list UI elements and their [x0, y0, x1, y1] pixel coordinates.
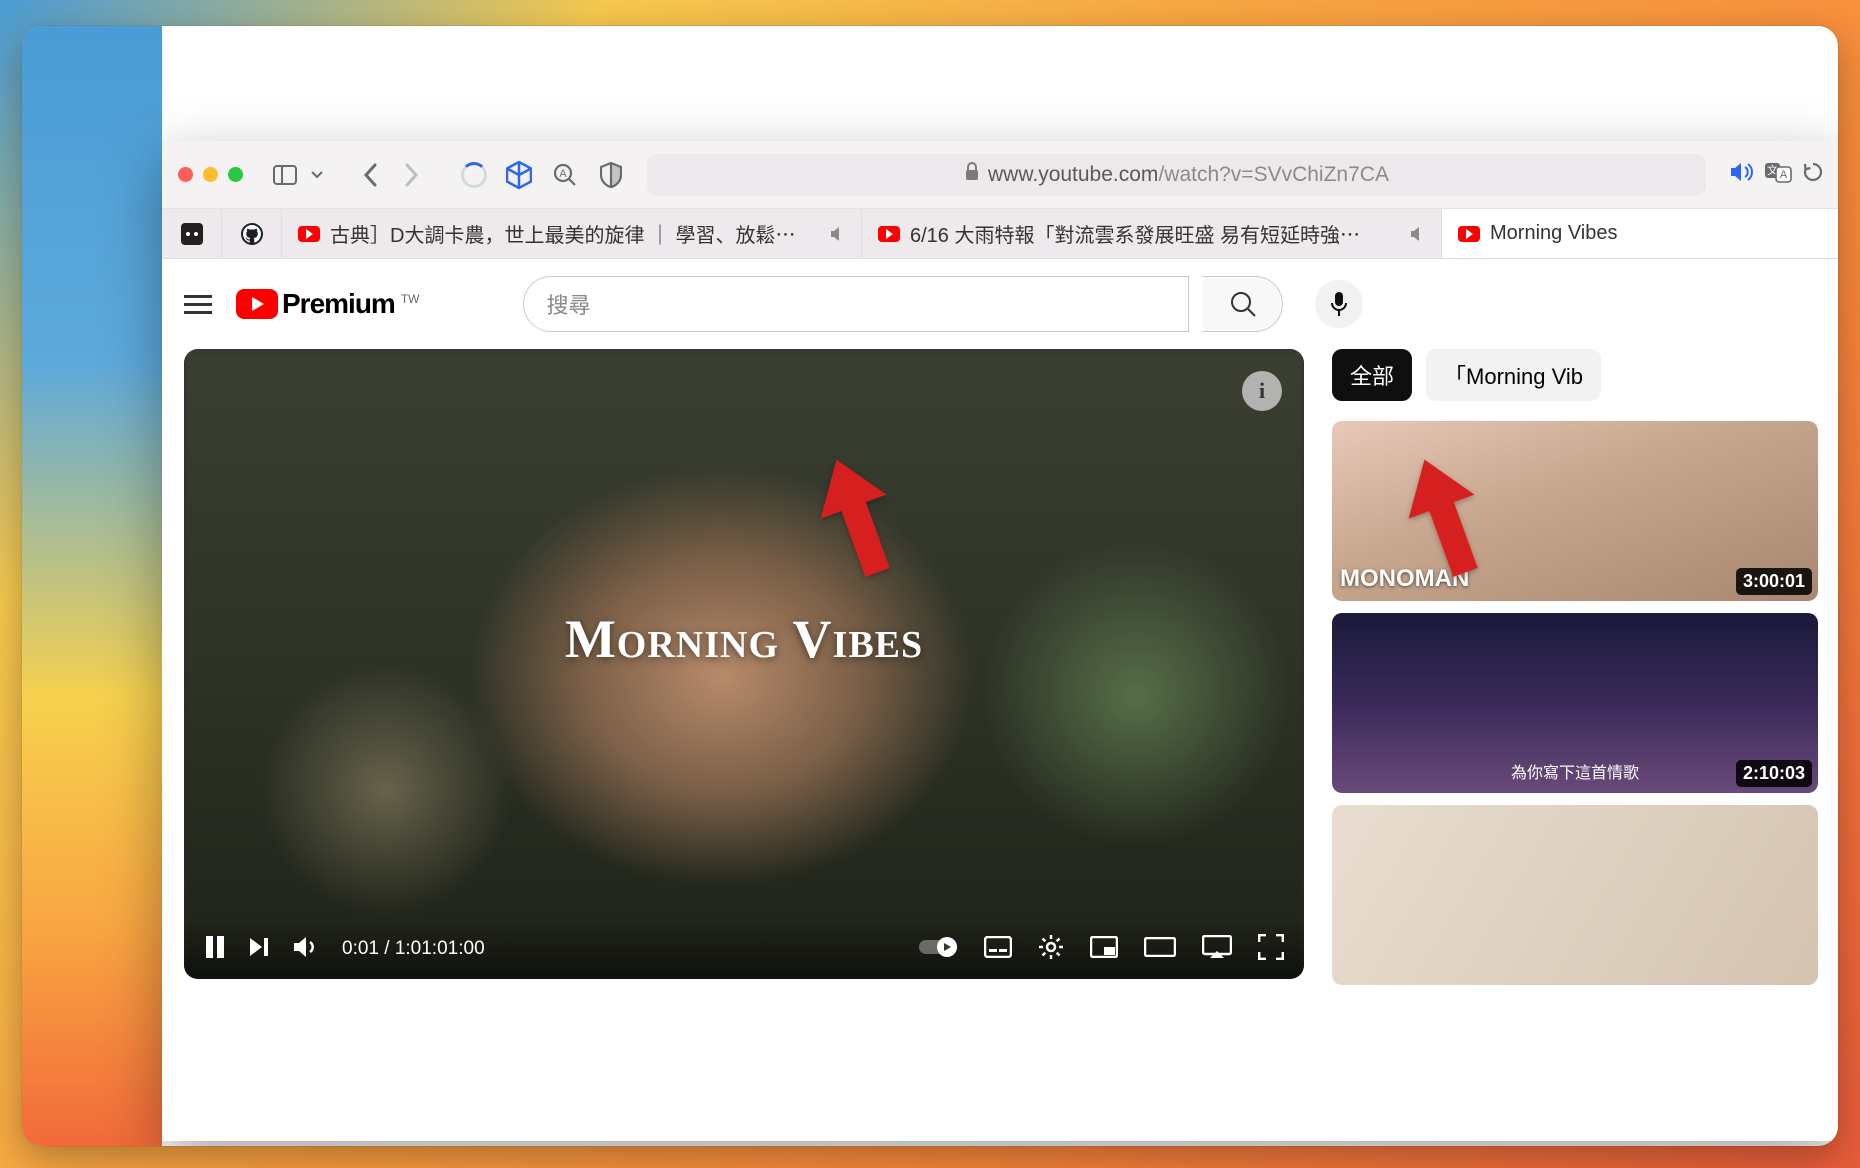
- tab-title: 古典］D大調卡農，世上最美的旋律 ｜ 學習、放鬆⋯: [330, 219, 796, 248]
- info-card-icon[interactable]: i: [1242, 371, 1282, 411]
- logo-text: Premium: [282, 288, 395, 320]
- pinned-tab-1[interactable]: [162, 209, 222, 258]
- settings-button[interactable]: [1038, 934, 1064, 965]
- miniplayer-button[interactable]: [1090, 936, 1118, 963]
- tab-3-active[interactable]: Morning Vibes: [1442, 209, 1838, 258]
- screenshot-frame: A www.youtube.com/watch?v=SVvChiZn7CA 文A: [22, 26, 1838, 1146]
- url-text: www.youtube.com/watch?v=SVvChiZn7CA: [988, 163, 1389, 187]
- pinned-tab-2[interactable]: [222, 209, 282, 258]
- voice-search-button[interactable]: [1315, 280, 1363, 328]
- captions-button[interactable]: [984, 936, 1012, 963]
- back-button[interactable]: [353, 157, 389, 193]
- duration-badge: 2:10:03: [1736, 760, 1812, 787]
- related-sidebar: 全部 「Morning Vib MONOMAN 3:00:01 為你寫下這首情歌…: [1332, 349, 1818, 985]
- tab-title: Morning Vibes: [1490, 222, 1617, 245]
- youtube-favicon-icon: [1458, 226, 1480, 242]
- svg-text:A: A: [1780, 169, 1788, 181]
- mic-icon: [1330, 291, 1348, 317]
- fullscreen-button[interactable]: [1258, 934, 1284, 965]
- reload-button[interactable]: [1802, 161, 1824, 188]
- volume-button[interactable]: [292, 935, 320, 964]
- close-window-button[interactable]: [178, 167, 193, 182]
- tab-audio-icon[interactable]: [1409, 226, 1425, 242]
- youtube-icon: [236, 289, 278, 319]
- player-controls: 0:01 / 1:01:01:00: [184, 919, 1304, 979]
- find-on-page-icon[interactable]: A: [551, 161, 579, 189]
- time-display: 0:01 / 1:01:01:00: [342, 938, 485, 960]
- safari-window: A www.youtube.com/watch?v=SVvChiZn7CA 文A: [162, 141, 1838, 1141]
- zoom-window-button[interactable]: [228, 167, 243, 182]
- titlebar: A www.youtube.com/watch?v=SVvChiZn7CA 文A: [162, 141, 1838, 209]
- forward-button[interactable]: [393, 157, 429, 193]
- chip-all[interactable]: 全部: [1332, 349, 1412, 401]
- extension-hexagon-icon[interactable]: [505, 161, 533, 189]
- wallpaper: [22, 26, 162, 1146]
- page-content: Premium TW 搜尋 Morning Vibes i: [162, 259, 1838, 1141]
- search-icon: [1229, 290, 1257, 318]
- svg-text:A: A: [559, 168, 567, 180]
- sidebar-toggle-button[interactable]: [267, 157, 303, 193]
- search-button[interactable]: [1203, 276, 1283, 332]
- next-button[interactable]: [248, 936, 270, 963]
- minimize-window-button[interactable]: [203, 167, 218, 182]
- tab-audio-icon[interactable]: [829, 226, 845, 242]
- translate-icon[interactable]: 文A: [1764, 160, 1792, 189]
- annotation-arrow-1: [812, 451, 902, 581]
- tab-title: 6/16 大雨特報「對流雲系發展旺盛 易有短延時強⋯: [910, 219, 1360, 248]
- video-player[interactable]: Morning Vibes i 0:01 / 1:01:01:00: [184, 349, 1304, 979]
- youtube-favicon-icon: [878, 226, 900, 242]
- lock-icon: [964, 162, 980, 188]
- remote-play-button[interactable]: [1202, 935, 1232, 964]
- related-video-2[interactable]: 為你寫下這首情歌 2:10:03: [1332, 613, 1818, 793]
- chip-bar: 全部 「Morning Vib: [1332, 349, 1818, 401]
- chip-related[interactable]: 「Morning Vib: [1426, 349, 1601, 401]
- related-video-3[interactable]: [1332, 805, 1818, 985]
- annotation-arrow-2: [1400, 451, 1490, 581]
- loading-spinner: [461, 162, 487, 188]
- tab-group-dropdown[interactable]: [307, 157, 327, 193]
- duration-badge: 3:00:01: [1736, 568, 1812, 595]
- search-input[interactable]: 搜尋: [523, 276, 1189, 332]
- autoplay-toggle[interactable]: [918, 936, 958, 963]
- youtube-favicon-icon: [298, 226, 320, 242]
- video-overlay-title: Morning Vibes: [565, 608, 923, 670]
- audio-indicator-icon[interactable]: [1728, 161, 1754, 188]
- window-controls: [178, 167, 243, 182]
- address-bar[interactable]: www.youtube.com/watch?v=SVvChiZn7CA: [647, 154, 1706, 196]
- tab-bar: 古典］D大調卡農，世上最美的旋律 ｜ 學習、放鬆⋯ 6/16 大雨特報「對流雲系…: [162, 209, 1838, 259]
- tab-2[interactable]: 6/16 大雨特報「對流雲系發展旺盛 易有短延時強⋯: [862, 209, 1442, 258]
- search-placeholder: 搜尋: [546, 288, 590, 320]
- privacy-shield-icon[interactable]: [597, 161, 625, 189]
- guide-menu-button[interactable]: [184, 295, 212, 314]
- theater-mode-button[interactable]: [1144, 937, 1176, 962]
- masthead: Premium TW 搜尋: [162, 259, 1838, 349]
- pause-button[interactable]: [204, 934, 226, 965]
- logo-region: TW: [401, 292, 420, 306]
- tab-1[interactable]: 古典］D大調卡農，世上最美的旋律 ｜ 學習、放鬆⋯: [282, 209, 862, 258]
- youtube-premium-logo[interactable]: Premium TW: [236, 288, 419, 320]
